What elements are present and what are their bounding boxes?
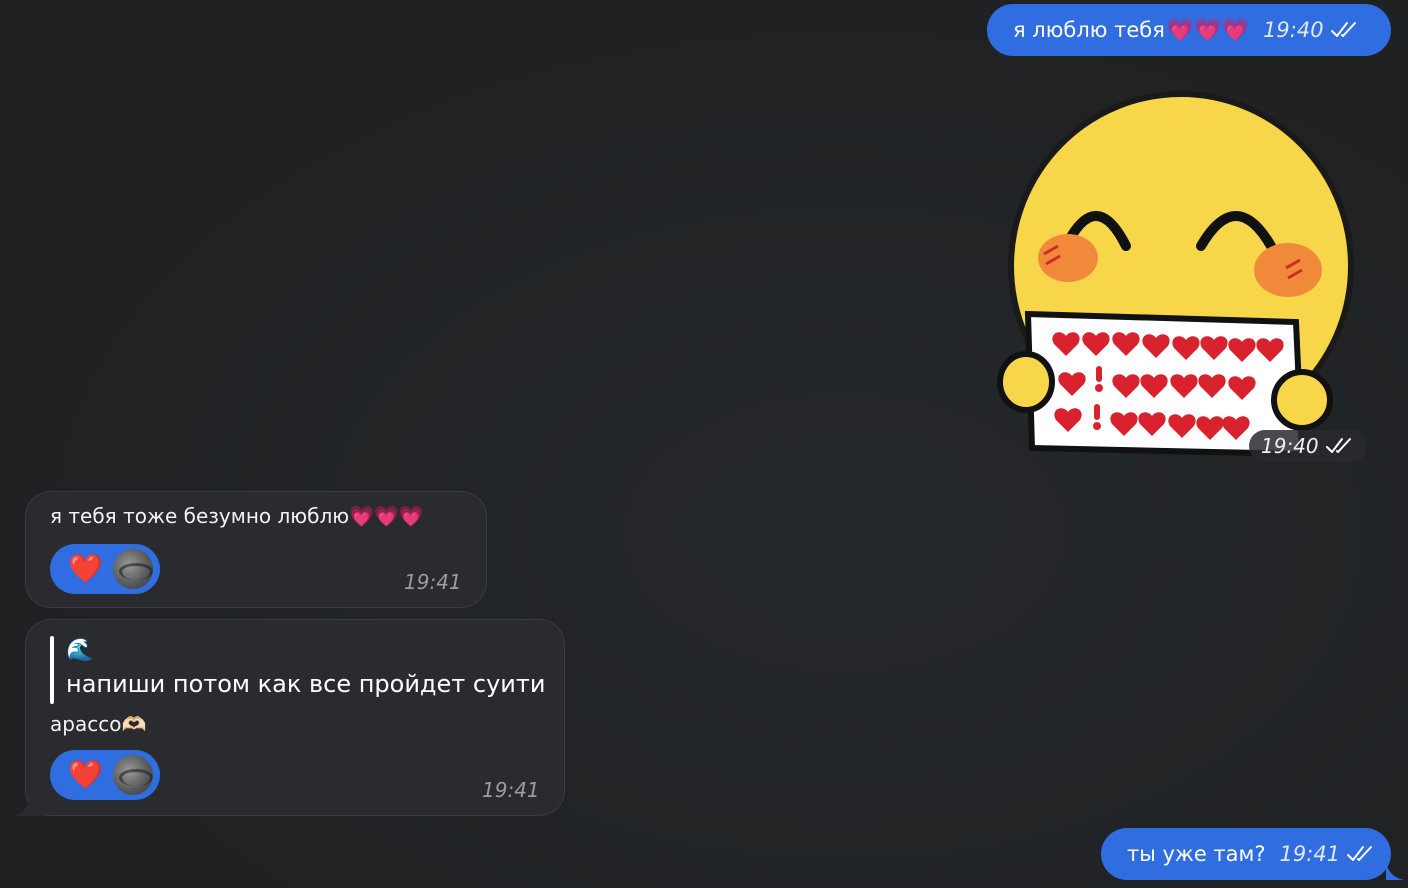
message-time: 19:40 bbox=[1261, 434, 1319, 458]
double-check-icon bbox=[1347, 846, 1373, 861]
message-time: 19:41 bbox=[404, 570, 462, 594]
heart-hands-emoji: 🫶🏻 bbox=[121, 712, 147, 736]
reaction-chip[interactable]: ❤️ bbox=[50, 750, 160, 800]
message-text: apacco bbox=[50, 712, 122, 736]
message-text: ты уже там? bbox=[1127, 842, 1266, 866]
double-check-icon bbox=[1330, 22, 1356, 37]
chat-area: я люблю тебя 💗💗💗 19:40 19:40 я тебя тоже… bbox=[0, 0, 1408, 888]
quoted-reply[interactable]: 🌊 напиши потом как все пройдет суити bbox=[50, 636, 550, 704]
bubble-tail bbox=[14, 792, 42, 816]
heart-emojis: 💗💗💗 bbox=[1166, 17, 1250, 43]
message-time: 19:41 bbox=[482, 778, 540, 802]
heart-emojis: 💗💗💗 bbox=[349, 504, 424, 528]
reactor-avatar bbox=[112, 549, 153, 589]
heart-reaction-icon: ❤️ bbox=[68, 758, 103, 791]
double-check-icon bbox=[1325, 438, 1351, 453]
message-text-line: я тебя тоже безумно люблю💗💗💗 bbox=[50, 504, 424, 528]
quote-text: напиши потом как все пройдет суити bbox=[66, 670, 546, 698]
message-text: я люблю тебя bbox=[1013, 18, 1165, 42]
message-text-line: apacco🫶🏻 bbox=[50, 712, 146, 736]
wave-emoji: 🌊 bbox=[66, 638, 94, 663]
incoming-message[interactable]: я тебя тоже безумно люблю💗💗💗 ❤️ 19:41 bbox=[25, 491, 487, 608]
heart-reaction-icon: ❤️ bbox=[68, 552, 103, 585]
message-meta: 19:40 bbox=[1263, 18, 1360, 42]
quote-bar bbox=[50, 636, 54, 704]
outgoing-message[interactable]: я люблю тебя 💗💗💗 19:40 bbox=[987, 4, 1391, 56]
bubble-tail bbox=[1386, 862, 1404, 880]
reaction-chip[interactable]: ❤️ bbox=[50, 544, 160, 594]
outgoing-message[interactable]: ты уже там? 19:41 bbox=[1101, 828, 1391, 880]
reactor-avatar bbox=[112, 755, 153, 795]
sticker-meta: 19:40 bbox=[1249, 430, 1367, 462]
sticker-image[interactable] bbox=[996, 86, 1362, 456]
message-meta: 19:41 bbox=[1280, 842, 1377, 866]
message-text: я тебя тоже безумно люблю bbox=[50, 504, 350, 528]
message-time: 19:41 bbox=[1279, 842, 1341, 866]
message-time: 19:40 bbox=[1263, 18, 1324, 42]
incoming-message[interactable]: 🌊 напиши потом как все пройдет суити apa… bbox=[25, 619, 565, 816]
